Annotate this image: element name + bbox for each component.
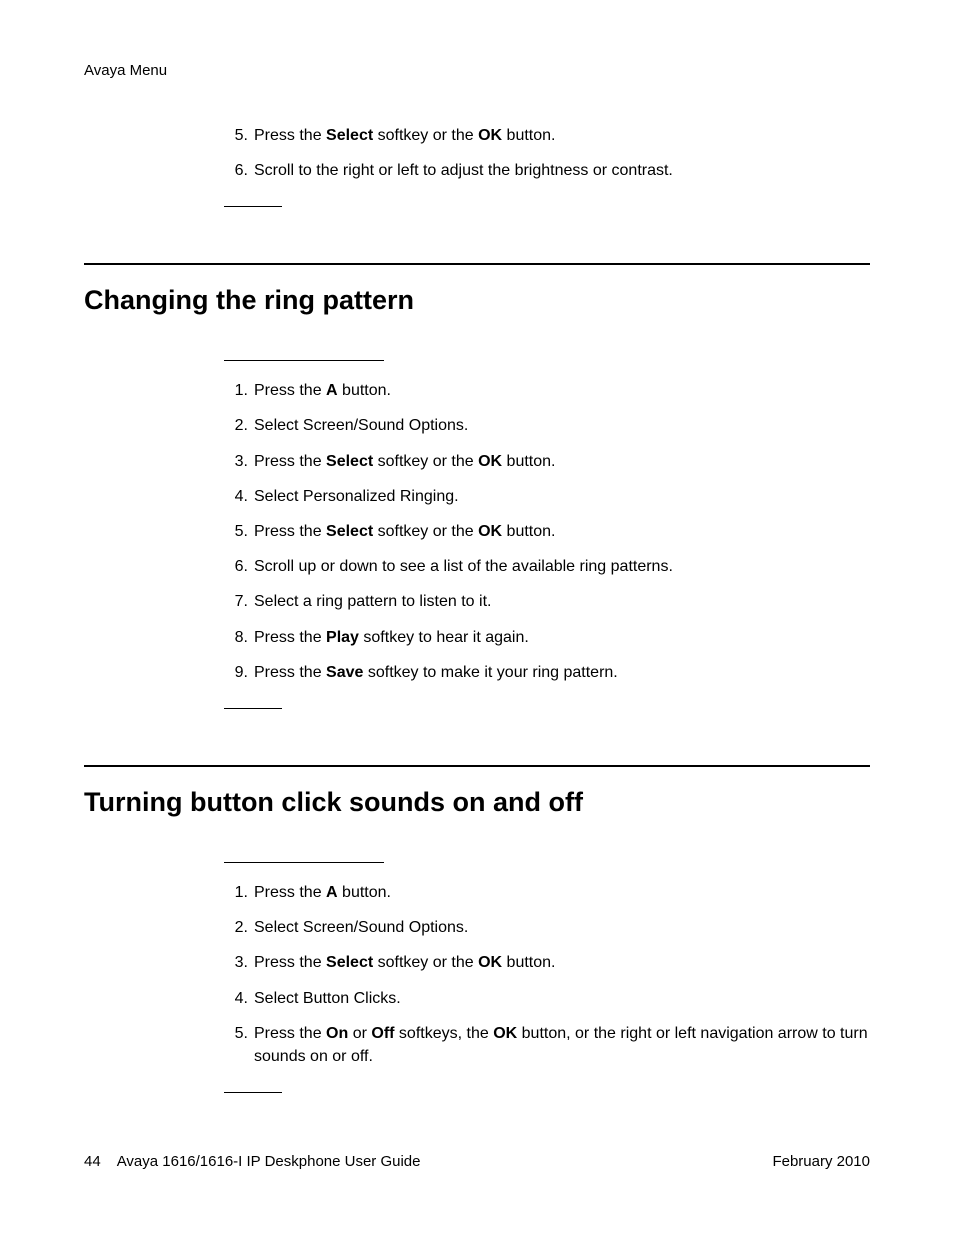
footer-date: February 2010 [772, 1151, 870, 1173]
step-item: 1. Press the A button. [224, 881, 870, 904]
step-item: 8. Press the Play softkey to hear it agai… [224, 626, 870, 649]
running-header: Avaya Menu [84, 60, 870, 82]
step-item: 2. Select Screen/Sound Options. [224, 414, 870, 437]
step-number: 9. [224, 661, 248, 684]
section-heading-ring-pattern: Changing the ring pattern [84, 281, 870, 320]
page-number: 44 [84, 1151, 101, 1173]
step-text: Press the Save softkey to make it your r… [254, 661, 870, 684]
step-item: 3. Press the Select softkey or the OK but… [224, 951, 870, 974]
step-number: 5. [224, 124, 248, 147]
step-text: Scroll to the right or left to adjust th… [254, 159, 870, 182]
step-number: 3. [224, 450, 248, 473]
step-text: Select a ring pattern to listen to it. [254, 590, 870, 613]
section-divider [84, 263, 870, 265]
step-item: 5. Press the Select softkey or the OK but… [224, 520, 870, 543]
step-number: 5. [224, 520, 248, 543]
step-number: 4. [224, 987, 248, 1010]
step-text: Select Screen/Sound Options. [254, 916, 870, 939]
step-item: 2. Select Screen/Sound Options. [224, 916, 870, 939]
step-item: 9. Press the Save softkey to make it your… [224, 661, 870, 684]
short-divider [224, 206, 282, 207]
step-number: 7. [224, 590, 248, 613]
section2-steps-block: 1. Press the A button. 2. Select Screen/Sou… [224, 881, 870, 1068]
section1-steps-block: 1. Press the A button. 2. Select Screen/Sou… [224, 379, 870, 684]
step-number: 6. [224, 159, 248, 182]
short-divider [224, 708, 282, 709]
step-item: 3. Press the Select softkey or the OK but… [224, 450, 870, 473]
step-text: Press the Play softkey to hear it again. [254, 626, 870, 649]
step-item: 6. Scroll to the right or left to adjust … [224, 159, 870, 182]
step-text: Press the Select softkey or the OK butto… [254, 951, 870, 974]
step-number: 2. [224, 916, 248, 939]
step-item: 6. Scroll up or down to see a list of the… [224, 555, 870, 578]
footer-title: Avaya 1616/1616-I IP Deskphone User Guid… [117, 1151, 421, 1173]
step-text: Select Personalized Ringing. [254, 485, 870, 508]
step-text: Press the Select softkey or the OK butto… [254, 450, 870, 473]
intro-steps-list: 5. Press the Select softkey or the OK but… [224, 124, 870, 182]
step-item: 4. Select Button Clicks. [224, 987, 870, 1010]
step-item: 1. Press the A button. [224, 379, 870, 402]
medium-divider [224, 360, 384, 361]
step-item: 4. Select Personalized Ringing. [224, 485, 870, 508]
page-footer: 44 Avaya 1616/1616-I IP Deskphone User G… [84, 1151, 870, 1173]
step-text: Scroll up or down to see a list of the a… [254, 555, 870, 578]
step-number: 1. [224, 379, 248, 402]
step-number: 3. [224, 951, 248, 974]
step-number: 4. [224, 485, 248, 508]
step-number: 5. [224, 1022, 248, 1068]
medium-divider [224, 862, 384, 863]
step-text: Select Button Clicks. [254, 987, 870, 1010]
step-item: 7. Select a ring pattern to listen to it. [224, 590, 870, 613]
step-item: 5.Press the On or Off softkeys, the OK b… [224, 1022, 870, 1068]
step-number: 8. [224, 626, 248, 649]
section-divider [84, 765, 870, 767]
step-number: 2. [224, 414, 248, 437]
intro-steps-block: 5. Press the Select softkey or the OK but… [224, 124, 870, 182]
step-text: Press the On or Off softkeys, the OK but… [254, 1022, 870, 1068]
short-divider [224, 1092, 282, 1093]
step-number: 1. [224, 881, 248, 904]
step-text: Press the A button. [254, 881, 870, 904]
section2-steps-list: 1. Press the A button. 2. Select Screen/Sou… [224, 881, 870, 1068]
step-item: 5. Press the Select softkey or the OK but… [224, 124, 870, 147]
section-heading-click-sounds: Turning button click sounds on and off [84, 783, 870, 822]
step-text: Select Screen/Sound Options. [254, 414, 870, 437]
step-text: Press the Select softkey or the OK butto… [254, 124, 870, 147]
step-text: Press the Select softkey or the OK butto… [254, 520, 870, 543]
step-text: Press the A button. [254, 379, 870, 402]
section1-steps-list: 1. Press the A button. 2. Select Screen/Sou… [224, 379, 870, 684]
step-number: 6. [224, 555, 248, 578]
